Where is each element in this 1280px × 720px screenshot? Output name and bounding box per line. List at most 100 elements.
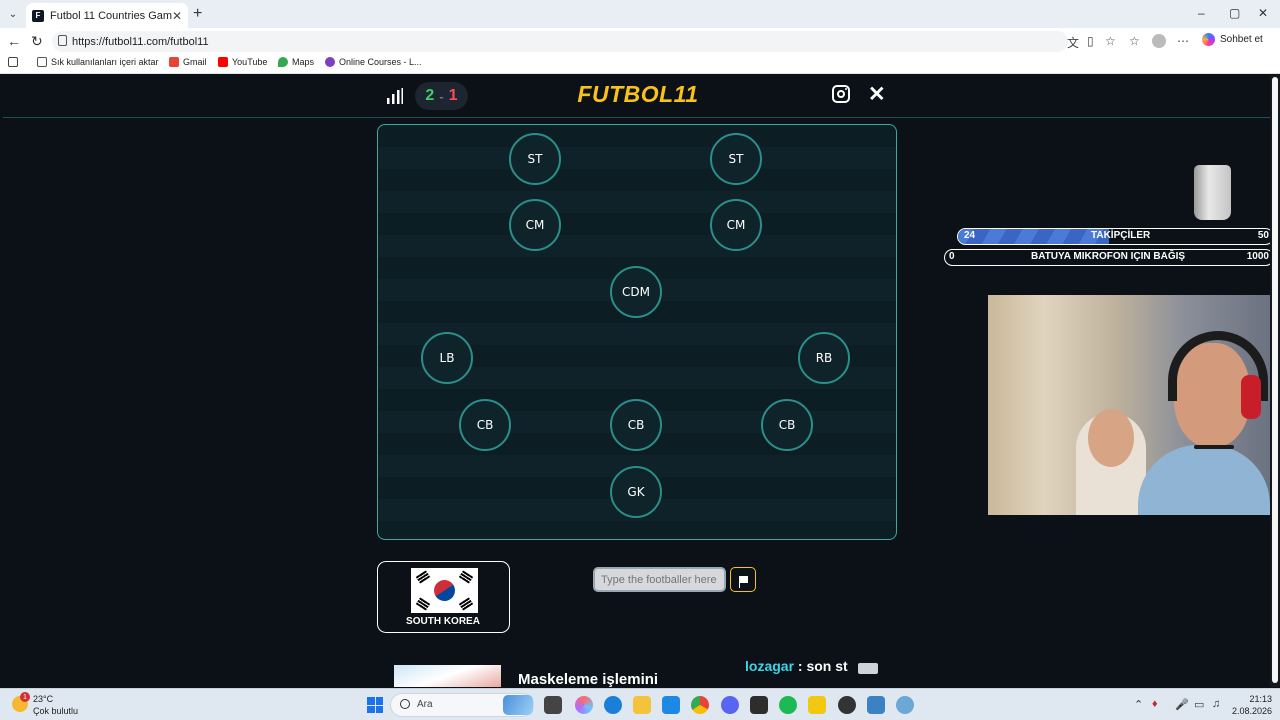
new-tab-plus-icon[interactable]: + [193, 5, 202, 23]
chat-username: lozagar [745, 658, 795, 674]
system-clock[interactable]: 21:13 2.08.2026 [1228, 693, 1272, 717]
page-scrollbar[interactable] [1270, 75, 1280, 687]
country-card: SOUTH KOREA [377, 561, 510, 633]
headset-earcup [1241, 375, 1261, 419]
address-toolbar: ← ↻ https://futbol11.com/futbol11 文 ▯ ☆ … [0, 28, 1280, 54]
position-cb-right[interactable]: CB [761, 399, 813, 451]
volume-icon[interactable]: ♫ [1212, 698, 1220, 710]
search-label: Ara [417, 699, 433, 710]
reader-mode-icon[interactable]: ▯ [1087, 34, 1094, 48]
position-cdm[interactable]: CDM [610, 266, 662, 318]
bookmark-label: Gmail [183, 57, 207, 67]
weather-temperature: 23°C [33, 694, 54, 704]
score-losses: 1 [448, 87, 458, 104]
donation-label: BATUYA MIKROFON IÇIN BAĞIŞ [1031, 251, 1186, 262]
webcam-person-head [1088, 409, 1134, 467]
position-st-left[interactable]: ST [509, 133, 561, 185]
scrollbar-thumb[interactable] [1272, 77, 1278, 683]
bookmark-gmail[interactable]: Gmail [169, 57, 207, 67]
microphone-icon[interactable]: 🎤 [1175, 698, 1189, 711]
bookmarks-bar: Sık kullanılanları içeri aktar Gmail You… [0, 54, 1280, 74]
courses-icon [325, 57, 335, 67]
tab-title: Futbol 11 Countries Game [50, 9, 172, 22]
give-up-flag-button[interactable] [730, 567, 756, 592]
tab-list-chevron-icon[interactable]: ⌄ [0, 0, 26, 28]
instagram-icon[interactable] [832, 85, 850, 103]
browser-tab[interactable]: F Futbol 11 Countries Game ✕ [26, 3, 188, 28]
back-arrow-icon[interactable]: ← [7, 33, 21, 49]
file-explorer-icon[interactable] [633, 696, 651, 714]
score-pill: 2 - 1 [415, 82, 468, 110]
network-icon[interactable]: ▭ [1194, 698, 1204, 711]
search-highlight-image[interactable] [503, 695, 533, 715]
task-view-icon[interactable] [544, 696, 562, 714]
donation-current: 0 [949, 251, 955, 262]
flag-trigram [458, 570, 474, 584]
profile-avatar[interactable] [1152, 34, 1166, 48]
weather-description: Çok bulutlu [33, 706, 79, 716]
position-cm-left[interactable]: CM [509, 199, 561, 251]
site-favicon-icon: F [32, 9, 44, 22]
position-gk[interactable]: GK [610, 466, 662, 518]
donation-goal-bar: 0 BATUYA MIKROFON IÇIN BAĞIŞ 1000 [944, 249, 1270, 266]
bookmark-label: YouTube [232, 57, 268, 67]
url-field[interactable]: https://futbol11.com/futbol11 [52, 31, 1068, 52]
position-st-right[interactable]: ST [710, 133, 762, 185]
bookmark-label: Maps [292, 57, 315, 67]
webcam-feed [988, 295, 1270, 515]
position-cb-center[interactable]: CB [610, 399, 662, 451]
flag-taeguk [429, 575, 460, 606]
site-info-icon[interactable] [58, 35, 67, 46]
reload-icon[interactable]: ↻ [31, 33, 43, 50]
bookmark-youtube[interactable]: YouTube [218, 57, 267, 67]
donation-goal: 1000 [1246, 251, 1269, 262]
favorites-icon[interactable]: ☆ [1129, 34, 1140, 48]
youtube-icon [218, 57, 228, 67]
copilot-icon [1202, 33, 1215, 46]
bookmark-label: Online Courses - L... [339, 57, 422, 67]
tray-overflow-chevron-icon[interactable]: ⌃ [1134, 698, 1143, 711]
edge-icon[interactable] [604, 696, 622, 714]
video-thumbnail [394, 665, 501, 687]
windows-taskbar: 1 23°C Çok bulutlu Ara ⌃ ♦ 🎤 ▭ ♫ 21:13 2… [0, 688, 1280, 720]
clock-date: 2.08.2026 [1231, 706, 1272, 716]
spotify-icon[interactable] [779, 696, 797, 714]
position-rb[interactable]: RB [798, 332, 850, 384]
bookmark-maps[interactable]: Maps [278, 57, 314, 67]
flag-trigram [458, 597, 474, 611]
position-cb-left[interactable]: CB [459, 399, 511, 451]
site-logo[interactable]: FUTBOL11 [563, 81, 713, 108]
position-lb[interactable]: LB [421, 332, 473, 384]
minimize-icon[interactable]: – [1198, 6, 1205, 20]
footballer-guess-input[interactable] [593, 567, 726, 592]
tab-actions-icon[interactable] [8, 57, 22, 67]
browser-tabbar: ⌄ F Futbol 11 Countries Game ✕ + – ▢ ✕ [0, 0, 1280, 28]
settings-gear-icon[interactable] [896, 696, 914, 714]
store-icon[interactable] [662, 696, 680, 714]
microphone-boom [1194, 445, 1234, 449]
app-icon[interactable] [808, 696, 826, 714]
close-tab-icon[interactable]: ✕ [172, 9, 182, 23]
chat-badge-icon [858, 663, 878, 674]
chrome-icon[interactable] [691, 696, 709, 714]
security-icon[interactable]: ♦ [1152, 698, 1158, 710]
windows-start-icon[interactable] [367, 697, 383, 713]
app-icon[interactable] [750, 696, 768, 714]
copilot-chat-button[interactable]: Sohbet et [1202, 33, 1263, 46]
x-twitter-icon[interactable]: ✕ [868, 82, 886, 107]
maximize-icon[interactable]: ▢ [1229, 6, 1240, 20]
position-cm-right[interactable]: CM [710, 199, 762, 251]
translate-icon[interactable]: 文 [1067, 34, 1079, 51]
app-icon[interactable] [867, 696, 885, 714]
maps-icon [278, 57, 288, 67]
obs-icon[interactable] [838, 696, 856, 714]
favorite-star-icon[interactable]: ☆ [1105, 34, 1116, 48]
bookmark-import[interactable]: Sık kullanılanları içeri aktar [37, 57, 159, 67]
bookmark-online-courses[interactable]: Online Courses - L... [325, 57, 422, 67]
close-window-icon[interactable]: ✕ [1258, 6, 1268, 20]
copilot-app-icon[interactable] [575, 696, 593, 714]
discord-icon[interactable] [721, 696, 739, 714]
overlay-caption: Maskeleme işlemini [518, 671, 659, 687]
more-menu-icon[interactable]: ⋯ [1177, 34, 1189, 48]
stats-bar-icon[interactable] [386, 87, 404, 105]
